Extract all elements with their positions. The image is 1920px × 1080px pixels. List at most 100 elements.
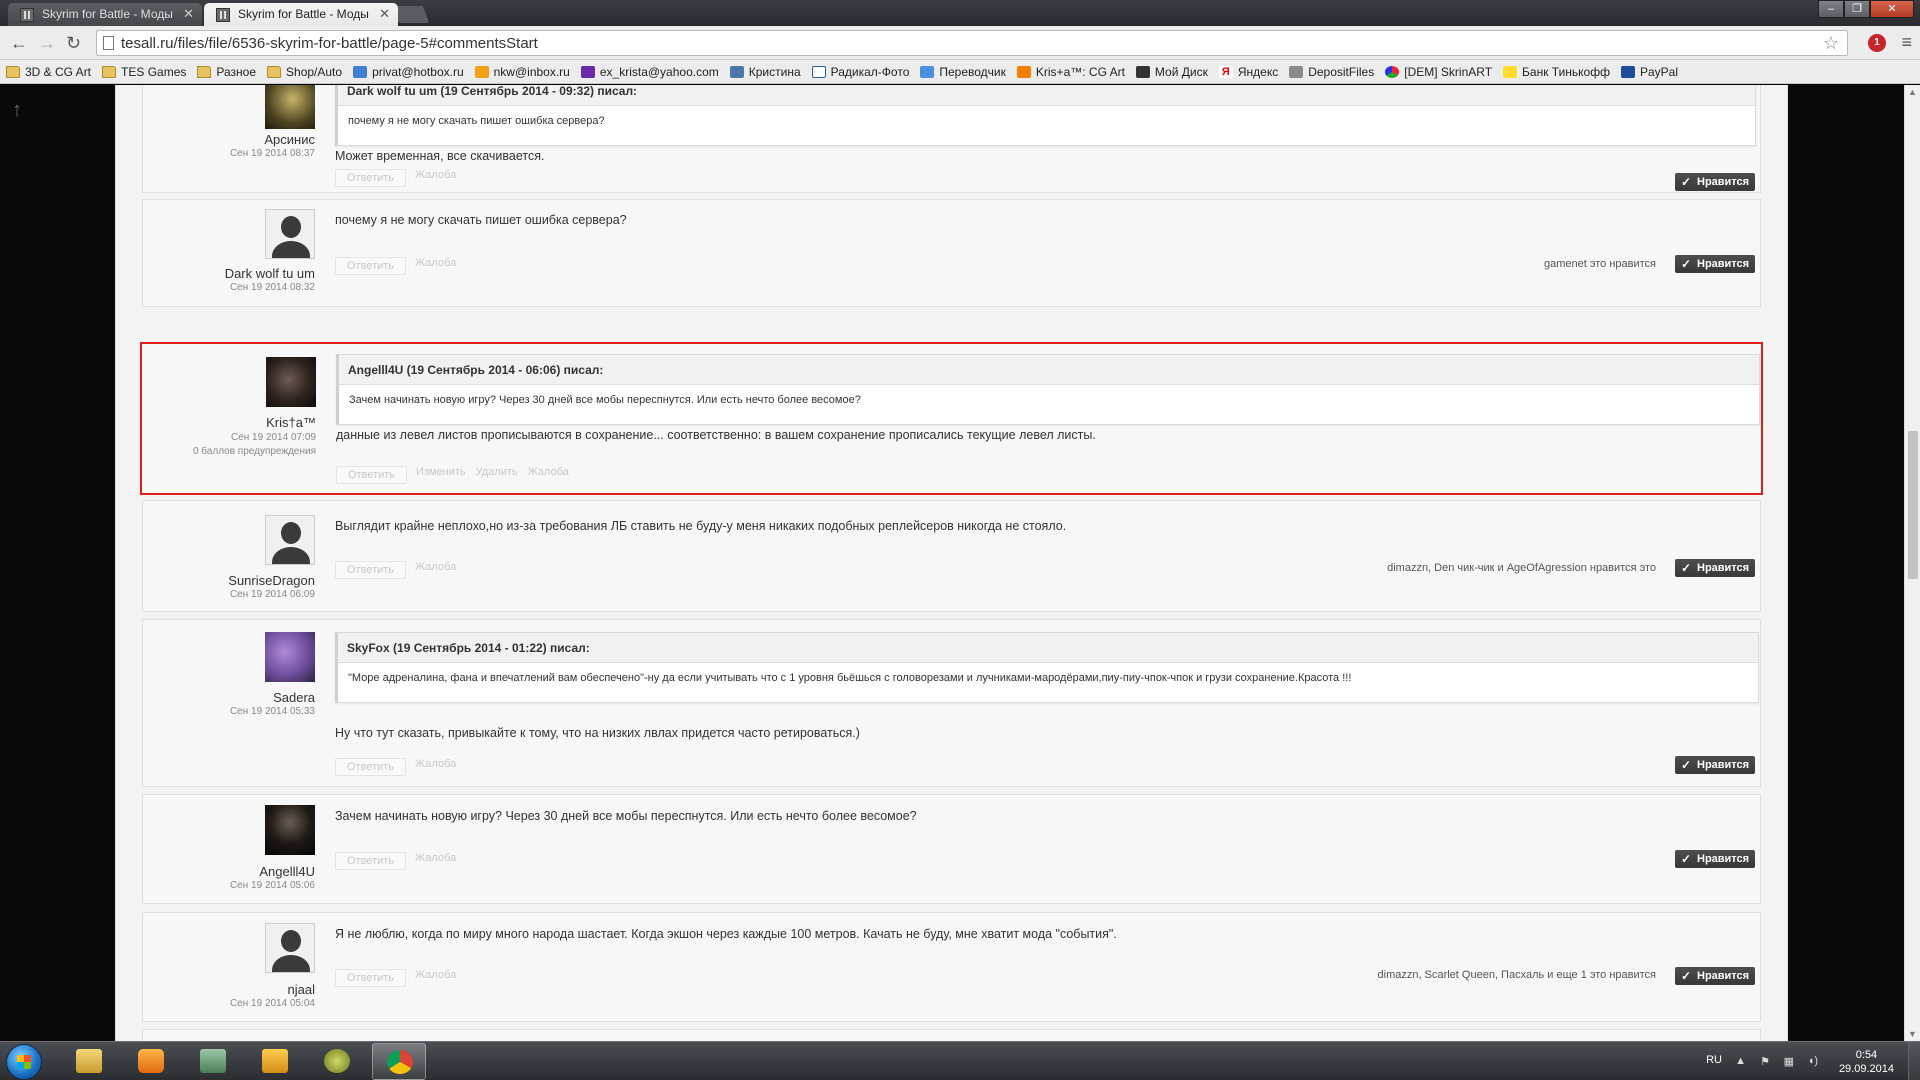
action-center-flag-icon[interactable]: ⚑ — [1760, 1055, 1770, 1068]
author-name[interactable]: Angelll4U — [259, 864, 315, 879]
address-bar[interactable]: tesall.ru/files/file/6536-skyrim-for-bat… — [96, 30, 1848, 56]
delete-link[interactable]: Удалить — [476, 466, 518, 484]
avatar[interactable] — [265, 632, 315, 682]
avatar[interactable] — [265, 85, 315, 129]
back-arrow-icon[interactable]: ← — [10, 33, 28, 54]
bookmark-item[interactable]: [DEM] SkrinART — [1385, 65, 1492, 79]
forward-arrow-icon[interactable]: → — [38, 33, 56, 54]
bookmark-item[interactable]: Переводчик — [920, 65, 1006, 79]
bookmark-item[interactable]: 3D & CG Art — [6, 65, 91, 79]
author-name[interactable]: Dark wolf tu um — [225, 266, 315, 281]
report-link[interactable]: Жалоба — [528, 466, 569, 484]
scrollbar-thumb[interactable] — [1908, 431, 1918, 579]
reply-button[interactable]: Ответить — [336, 466, 408, 484]
author-name[interactable]: njaal — [288, 982, 315, 997]
author-name[interactable]: SunriseDragon — [228, 573, 315, 588]
warning-points[interactable]: 0 баллов предупреждения — [193, 446, 316, 457]
like-button[interactable]: Нравится — [1675, 255, 1755, 273]
taskbar-archive[interactable] — [248, 1043, 302, 1080]
report-link[interactable]: Жалоба — [415, 969, 456, 987]
browser-tab[interactable]: Skyrim for Battle - Моды ✕ — [8, 3, 202, 26]
author-name[interactable]: Sadera — [273, 690, 315, 705]
report-link[interactable]: Жалоба — [415, 852, 456, 870]
bookmark-item[interactable]: privat@hotbox.ru — [353, 65, 464, 79]
bookmark-item[interactable]: Я Яндекс — [1218, 65, 1278, 79]
like-label: Нравится — [1697, 970, 1750, 982]
default-avatar-icon[interactable] — [265, 923, 315, 973]
bookmark-item[interactable]: nkw@inbox.ru — [474, 64, 570, 79]
like-button[interactable]: Нравится — [1675, 850, 1755, 868]
scroll-top-arrow-icon[interactable]: ↑ — [12, 99, 22, 122]
page-scrollbar[interactable]: ▲ ▼ — [1904, 85, 1920, 1041]
bookmark-label: Радикал-Фото — [830, 64, 910, 79]
report-link[interactable]: Жалоба — [415, 257, 456, 275]
avatar[interactable] — [265, 805, 315, 855]
reload-icon[interactable]: ↻ — [66, 33, 81, 54]
tray-expand-icon[interactable]: ▲ — [1735, 1055, 1746, 1067]
reply-button[interactable]: Ответить — [335, 561, 407, 579]
bookmark-label: ex_krista@yahoo.com — [599, 64, 719, 79]
close-tab-icon[interactable]: ✕ — [183, 6, 194, 22]
like-button[interactable]: Нравится — [1675, 173, 1755, 191]
edit-link[interactable]: Изменить — [416, 466, 466, 484]
reply-button[interactable]: Ответить — [335, 852, 407, 870]
menu-icon[interactable]: ≡ — [1901, 32, 1912, 53]
bookmark-item[interactable]: ex_krista@yahoo.com — [580, 64, 719, 79]
site-favicon-icon — [20, 8, 34, 22]
likers-text[interactable]: gamenet это нравится — [1544, 258, 1656, 270]
reply-button[interactable]: Ответить — [335, 969, 407, 987]
show-desktop-button[interactable] — [1908, 1042, 1920, 1080]
extension-icon[interactable]: 1 — [1868, 34, 1886, 52]
report-link[interactable]: Жалоба — [415, 561, 456, 579]
bookmark-item[interactable]: Кристина — [729, 65, 801, 79]
bookmark-item[interactable]: Мой Диск — [1135, 65, 1208, 79]
bookmark-item[interactable]: Разное — [197, 65, 256, 79]
language-indicator[interactable]: RU — [1706, 1054, 1722, 1066]
close-tab-icon[interactable]: ✕ — [379, 6, 390, 22]
close-window-button[interactable]: ✕ — [1870, 0, 1914, 18]
taskbar-app[interactable] — [310, 1043, 364, 1080]
taskbar-media-player[interactable] — [124, 1043, 178, 1080]
like-button[interactable]: Нравится — [1675, 756, 1755, 774]
taskbar-explorer[interactable] — [62, 1043, 116, 1080]
likers-text[interactable]: dimazzn, Den чик-чик и AgeOfAgression нр… — [1387, 562, 1656, 574]
maximize-button[interactable]: ❐ — [1844, 0, 1870, 18]
bookmark-item[interactable]: TES Games — [102, 65, 186, 79]
bookmark-item[interactable]: Банк Тинькофф — [1503, 65, 1610, 79]
bookmark-item[interactable]: Shop/Auto — [267, 65, 342, 79]
volume-icon[interactable]: ◖) — [1808, 1055, 1818, 1067]
like-button[interactable]: Нравится — [1675, 559, 1755, 577]
bookmark-item[interactable]: DepositFiles — [1289, 65, 1374, 79]
default-avatar-icon[interactable] — [265, 515, 315, 565]
bookmark-item[interactable]: PayPal — [1620, 65, 1678, 79]
tinkoff-icon — [1503, 65, 1518, 78]
scroll-up-icon[interactable]: ▲ — [1908, 87, 1917, 97]
report-link[interactable]: Жалоба — [415, 169, 456, 187]
clock[interactable]: 0:54 29.09.2014 — [1839, 1048, 1894, 1076]
like-button[interactable]: Нравится — [1675, 967, 1755, 985]
bookmark-item[interactable]: Kris+a™: CG Art — [1016, 65, 1125, 79]
new-tab-button[interactable] — [392, 6, 430, 23]
author-name[interactable]: Kris†a™ — [266, 415, 316, 430]
taskbar-chrome[interactable] — [372, 1043, 426, 1080]
comment-actions: Ответить Жалоба — [335, 758, 466, 776]
report-link[interactable]: Жалоба — [415, 758, 456, 776]
default-avatar-icon[interactable] — [265, 209, 315, 259]
browser-tab-active[interactable]: Skyrim for Battle - Моды ✕ — [204, 3, 398, 26]
scroll-down-icon[interactable]: ▼ — [1908, 1029, 1917, 1039]
reply-button[interactable]: Ответить — [335, 169, 407, 187]
post-date: Сен 19 2014 08:37 — [229, 148, 315, 159]
taskbar-app[interactable] — [186, 1043, 240, 1080]
avatar[interactable] — [266, 357, 316, 407]
author-name[interactable]: Арсинис — [264, 132, 315, 147]
minimize-button[interactable]: – — [1818, 0, 1844, 18]
bookmark-label: nkw@inbox.ru — [493, 64, 570, 79]
bookmark-star-icon[interactable]: ☆ — [1823, 33, 1839, 54]
bookmark-item[interactable]: Радикал-Фото — [811, 64, 910, 79]
likers-text[interactable]: dimazzn, Scarlet Queen, Пасхаль и еще 1 … — [1378, 969, 1656, 981]
start-button[interactable] — [6, 1044, 42, 1080]
reply-button[interactable]: Ответить — [335, 758, 407, 776]
quote-header: SkyFox (19 Сентябрь 2014 - 01:22) писал: — [338, 633, 1758, 663]
network-icon[interactable]: ▦ — [1784, 1055, 1794, 1068]
reply-button[interactable]: Ответить — [335, 257, 407, 275]
